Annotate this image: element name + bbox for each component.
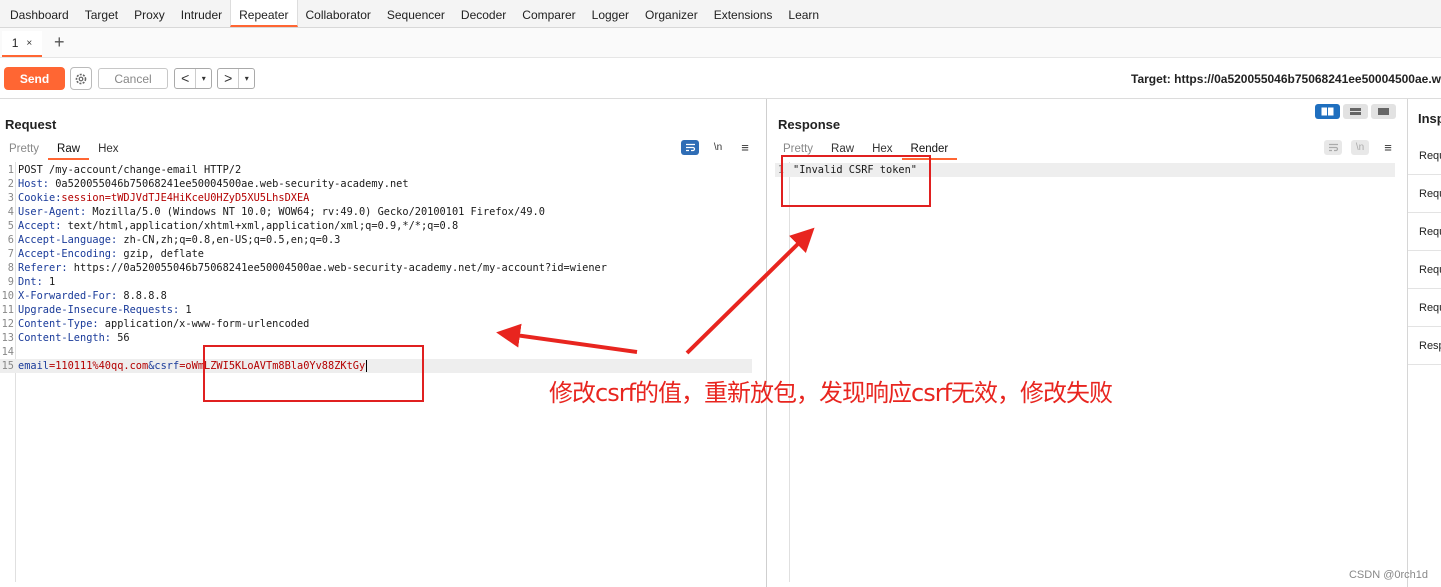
annotation-text: 修改csrf的值，重新放包，发现响应csrf无效，修改失败 [549, 379, 1113, 407]
watermark: CSDN @0rch1d [1348, 569, 1428, 581]
annotation-arrows [496, 227, 815, 355]
arrow-to-request [496, 323, 638, 354]
arrow-to-response [685, 227, 815, 355]
